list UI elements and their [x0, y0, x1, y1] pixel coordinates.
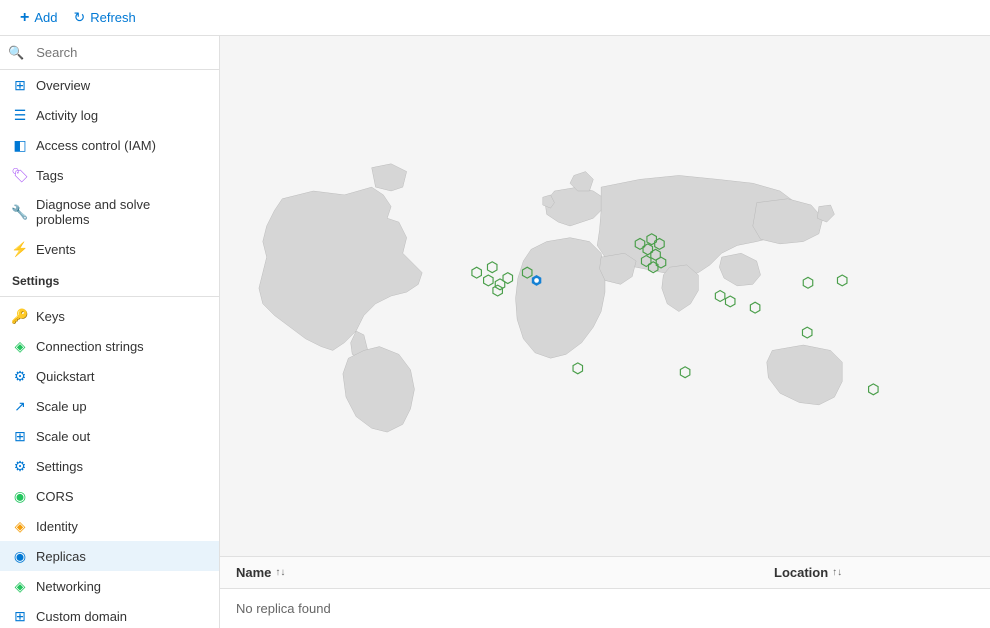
sidebar-item-access-control[interactable]: ◧ Access control (IAM): [0, 130, 219, 160]
map-container: [220, 36, 990, 557]
no-data-message: No replica found: [236, 597, 974, 620]
sidebar-label-events: Events: [36, 242, 76, 257]
map-marker-center-6: [534, 278, 539, 283]
refresh-icon: ↻: [73, 9, 85, 26]
content-area: Name ↑↓ Location ↑↓ No replica found: [220, 36, 990, 628]
sidebar-label-access-control: Access control (IAM): [36, 138, 156, 153]
map-marker-21: [802, 327, 811, 338]
overview-icon: ⊞: [12, 77, 28, 93]
sidebar-item-diagnose[interactable]: 🔧 Diagnose and solve problems: [0, 190, 219, 234]
networking-icon: ◈: [12, 578, 28, 594]
sidebar-label-replicas: Replicas: [36, 549, 86, 564]
sidebar-item-scale-out[interactable]: ⊞ Scale out: [0, 421, 219, 451]
tags-icon: 🏷: [12, 167, 28, 183]
sidebar-label-settings: Settings: [36, 459, 83, 474]
sidebar-item-cors[interactable]: ◉ CORS: [0, 481, 219, 511]
replicas-icon: ◉: [12, 548, 28, 564]
map-marker-4: [503, 273, 512, 284]
cors-icon: ◉: [12, 488, 28, 504]
plus-icon: +: [20, 9, 29, 27]
sidebar-item-scale-up[interactable]: ↗ Scale up: [0, 391, 219, 421]
sidebar-label-tags: Tags: [36, 168, 63, 183]
sidebar-label-networking: Networking: [36, 579, 101, 594]
custom-domain-icon: ⊞: [12, 608, 28, 624]
sidebar-label-cors: CORS: [36, 489, 74, 504]
map-marker-18: [750, 302, 759, 313]
table-header: Name ↑↓ Location ↑↓: [220, 557, 990, 589]
search-icon: 🔍: [8, 45, 24, 61]
sidebar-item-tags[interactable]: 🏷 Tags: [0, 160, 219, 190]
map-marker-20: [837, 275, 846, 286]
main-layout: 🔍 ⊞ Overview ☰ Activity log ◧ Access con…: [0, 36, 990, 628]
settings-section-header: Settings: [0, 264, 219, 292]
map-marker-2: [484, 275, 493, 286]
sidebar-nav: ⊞ Overview ☰ Activity log ◧ Access contr…: [0, 70, 219, 628]
search-box: 🔍: [0, 36, 219, 70]
name-sort-icon: ↑↓: [275, 567, 285, 578]
replica-table: Name ↑↓ Location ↑↓ No replica found: [220, 557, 990, 628]
map-marker-16: [715, 291, 724, 302]
sidebar-label-connection-strings: Connection strings: [36, 339, 144, 354]
sidebar: 🔍 ⊞ Overview ☰ Activity log ◧ Access con…: [0, 36, 220, 628]
settings-icon: ⚙: [12, 458, 28, 474]
table-body: No replica found: [220, 589, 990, 628]
sidebar-item-activity-log[interactable]: ☰ Activity log: [0, 100, 219, 130]
identity-icon: ◈: [12, 518, 28, 534]
add-label: Add: [34, 10, 57, 25]
sidebar-label-identity: Identity: [36, 519, 78, 534]
sidebar-label-scale-out: Scale out: [36, 429, 90, 444]
scale-up-icon: ↗: [12, 398, 28, 414]
map-marker-23: [573, 363, 582, 374]
sidebar-item-quickstart[interactable]: ⚙ Quickstart: [0, 361, 219, 391]
diagnose-icon: 🔧: [12, 204, 28, 220]
map-marker-1: [487, 262, 496, 273]
sidebar-item-overview[interactable]: ⊞ Overview: [0, 70, 219, 100]
sidebar-item-identity[interactable]: ◈ Identity: [0, 511, 219, 541]
sidebar-label-activity-log: Activity log: [36, 108, 98, 123]
sidebar-item-connection-strings[interactable]: ◈ Connection strings: [0, 331, 219, 361]
world-map: [220, 36, 990, 556]
keys-icon: 🔑: [12, 308, 28, 324]
sidebar-label-quickstart: Quickstart: [36, 369, 95, 384]
scale-out-icon: ⊞: [12, 428, 28, 444]
activity-log-icon: ☰: [12, 107, 28, 123]
location-column-header[interactable]: Location ↑↓: [774, 565, 974, 580]
refresh-button[interactable]: ↻ Refresh: [65, 5, 143, 30]
name-column-header[interactable]: Name ↑↓: [236, 565, 774, 580]
search-input[interactable]: [30, 42, 211, 63]
sidebar-label-diagnose: Diagnose and solve problems: [36, 197, 207, 227]
map-marker-5: [493, 285, 502, 296]
sidebar-item-settings[interactable]: ⚙ Settings: [0, 451, 219, 481]
sidebar-label-overview: Overview: [36, 78, 90, 93]
location-sort-icon: ↑↓: [832, 567, 842, 578]
quickstart-icon: ⚙: [12, 368, 28, 384]
map-marker-24: [680, 367, 689, 378]
connection-strings-icon: ◈: [12, 338, 28, 354]
sidebar-item-keys[interactable]: 🔑 Keys: [0, 301, 219, 331]
refresh-label: Refresh: [90, 10, 136, 25]
sidebar-item-events[interactable]: ⚡ Events: [0, 234, 219, 264]
section-divider: [0, 296, 219, 297]
add-button[interactable]: + Add: [12, 5, 65, 31]
map-marker-17: [725, 296, 734, 307]
map-marker-0: [472, 267, 481, 278]
sidebar-label-scale-up: Scale up: [36, 399, 87, 414]
sidebar-label-keys: Keys: [36, 309, 65, 324]
access-control-icon: ◧: [12, 137, 28, 153]
sidebar-label-custom-domain: Custom domain: [36, 609, 127, 624]
sidebar-item-custom-domain[interactable]: ⊞ Custom domain: [0, 601, 219, 628]
map-marker-19: [803, 277, 812, 288]
sidebar-item-networking[interactable]: ◈ Networking: [0, 571, 219, 601]
toolbar: + Add ↻ Refresh: [0, 0, 990, 36]
events-icon: ⚡: [12, 241, 28, 257]
map-marker-22: [869, 384, 878, 395]
sidebar-item-replicas[interactable]: ◉ Replicas: [0, 541, 219, 571]
